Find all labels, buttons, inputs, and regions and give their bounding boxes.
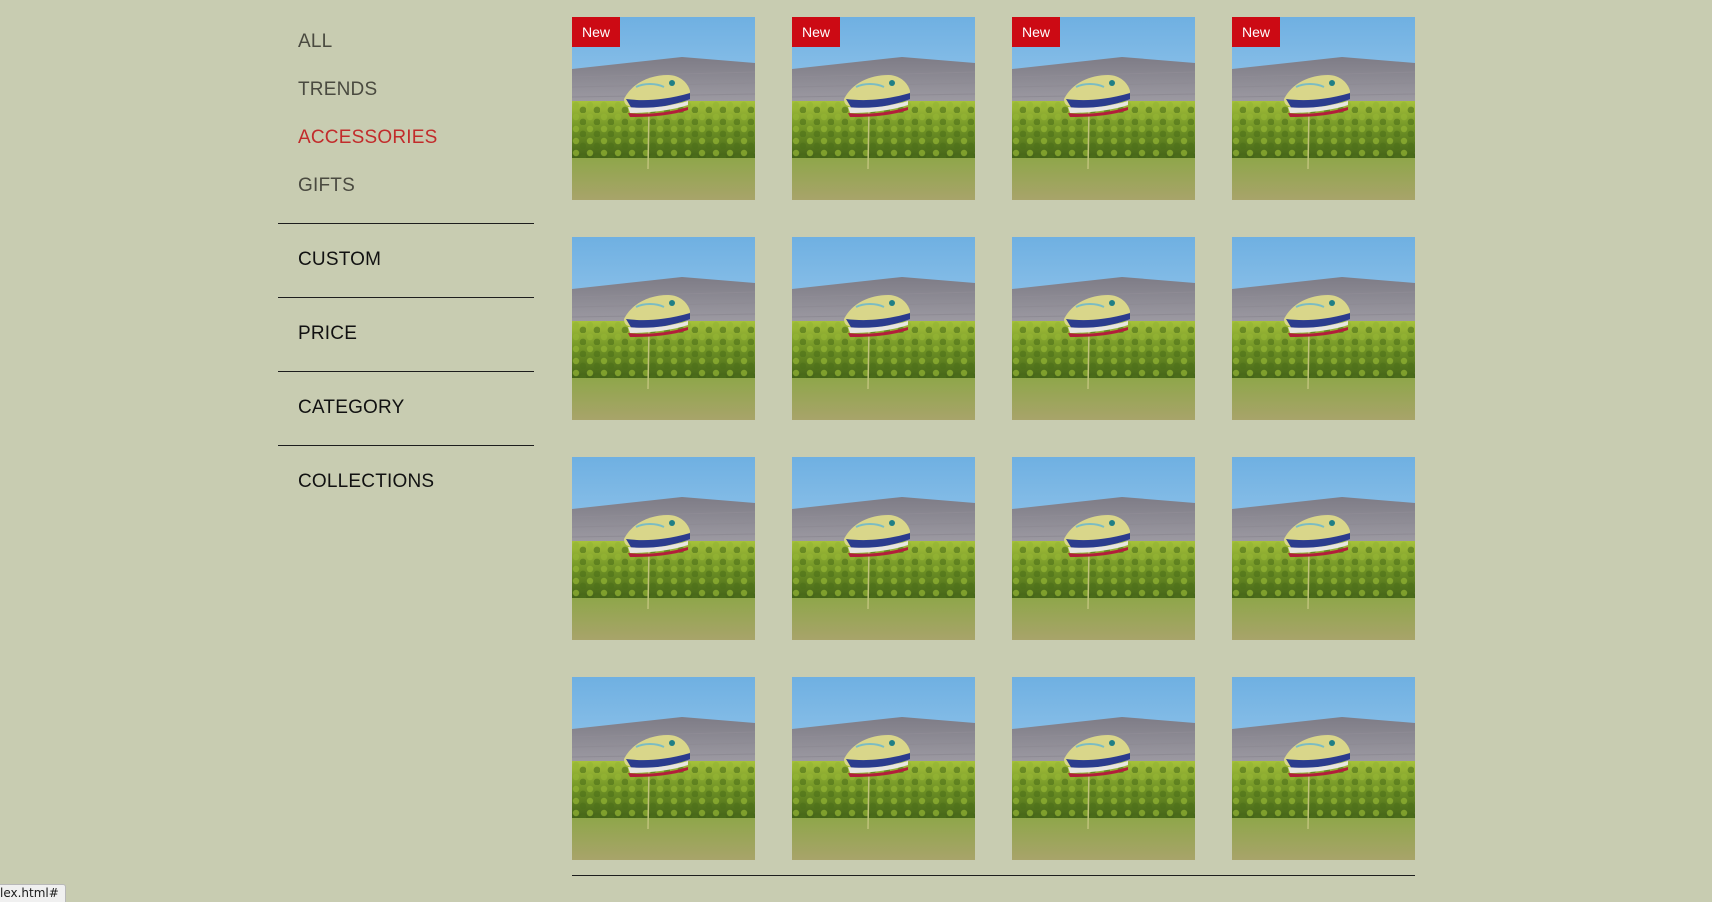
product-card[interactable] xyxy=(792,677,975,860)
product-card[interactable]: New xyxy=(792,17,975,200)
sneaker-photo-icon xyxy=(1232,237,1415,420)
divider xyxy=(278,371,534,372)
sneaker-photo-icon xyxy=(1012,237,1195,420)
sneaker-photo-icon xyxy=(1232,677,1415,860)
nav-item-all[interactable]: ALL xyxy=(298,31,332,53)
product-card[interactable]: New xyxy=(572,17,755,200)
status-bar-url: lex.html# xyxy=(0,884,66,902)
nav-item-accessories[interactable]: ACCESSORIES xyxy=(298,127,437,149)
product-card[interactable]: New xyxy=(1012,17,1195,200)
new-badge: New xyxy=(1012,17,1060,47)
product-card[interactable] xyxy=(1012,677,1195,860)
filter-price[interactable]: PRICE xyxy=(298,323,357,345)
filter-collections[interactable]: COLLECTIONS xyxy=(298,471,434,493)
filter-category[interactable]: CATEGORY xyxy=(298,397,404,419)
sneaker-photo-icon xyxy=(792,457,975,640)
divider xyxy=(278,445,534,446)
sneaker-photo-icon xyxy=(572,457,755,640)
sneaker-photo-icon xyxy=(1012,677,1195,860)
new-badge: New xyxy=(792,17,840,47)
product-grid: New New New New xyxy=(572,17,1415,860)
sneaker-photo-icon xyxy=(792,677,975,860)
product-card[interactable] xyxy=(572,457,755,640)
grid-bottom-divider xyxy=(572,875,1415,876)
new-badge: New xyxy=(1232,17,1280,47)
product-card[interactable] xyxy=(792,237,975,420)
product-card[interactable] xyxy=(572,237,755,420)
product-card[interactable] xyxy=(572,677,755,860)
product-card[interactable] xyxy=(1232,237,1415,420)
filter-custom[interactable]: CUSTOM xyxy=(298,249,381,271)
nav-item-trends[interactable]: TRENDS xyxy=(298,79,377,101)
sneaker-photo-icon xyxy=(792,237,975,420)
sneaker-photo-icon xyxy=(572,237,755,420)
sneaker-photo-icon xyxy=(572,677,755,860)
product-card[interactable]: New xyxy=(1232,17,1415,200)
product-card[interactable] xyxy=(1232,457,1415,640)
nav-item-gifts[interactable]: GIFTS xyxy=(298,175,355,197)
product-card[interactable] xyxy=(1012,457,1195,640)
product-card[interactable] xyxy=(792,457,975,640)
sneaker-photo-icon xyxy=(1232,457,1415,640)
divider xyxy=(278,297,534,298)
product-card[interactable] xyxy=(1232,677,1415,860)
new-badge: New xyxy=(572,17,620,47)
sneaker-photo-icon xyxy=(1012,457,1195,640)
divider xyxy=(278,223,534,224)
product-card[interactable] xyxy=(1012,237,1195,420)
